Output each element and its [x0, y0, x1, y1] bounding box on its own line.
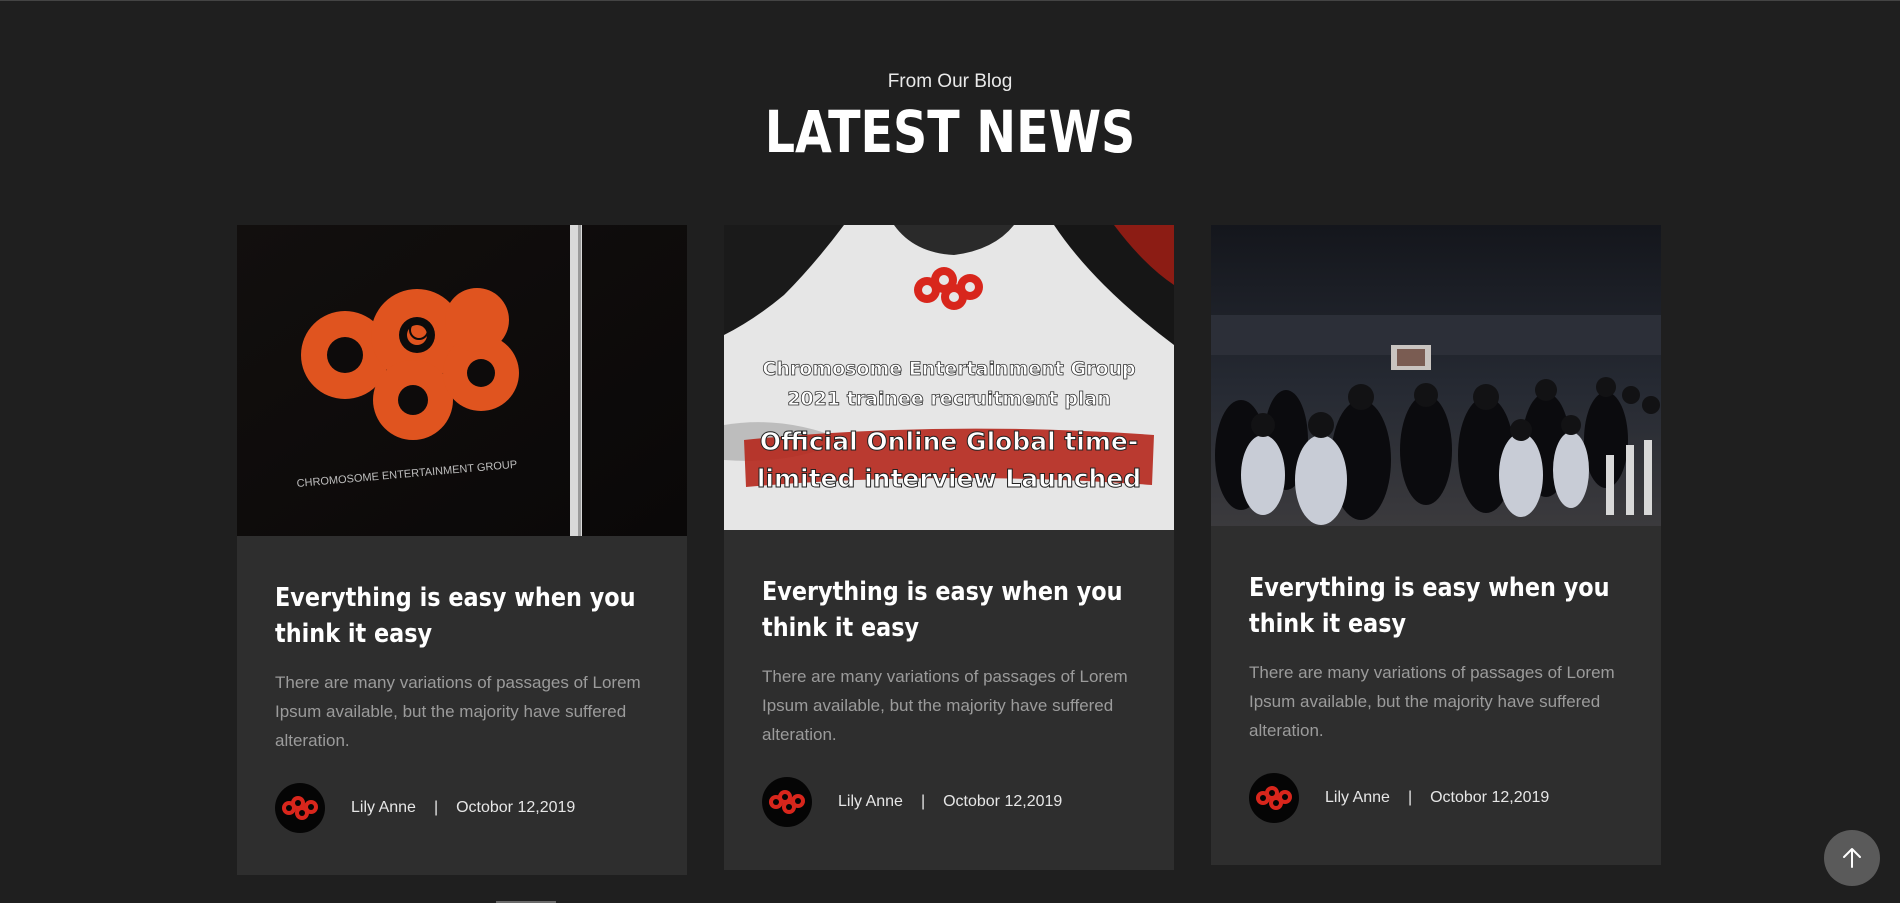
chromosome-logo-photo: CHROMOSOME ENTERTAINMENT GROUP — [237, 225, 687, 536]
poster-line-3: Official Online Global time- — [760, 427, 1139, 456]
news-card-meta: Lily Anne | Octobor 12,2019 — [1249, 773, 1623, 823]
meta-separator: | — [1407, 789, 1413, 806]
news-card-title[interactable]: Everything is easy when you think it eas… — [275, 580, 645, 652]
author-name[interactable]: Lily Anne — [351, 799, 416, 817]
news-card-1[interactable]: CHROMOSOME ENTERTAINMENT GROUP Everythin… — [237, 225, 687, 875]
news-card-image[interactable]: Chromosome Entertainment Group 2021 trai… — [724, 225, 1174, 530]
post-date: Octobor 12,2019 — [1430, 789, 1550, 806]
post-date: Octobor 12,2019 — [456, 799, 576, 816]
news-card-excerpt: There are many variations of passages of… — [762, 667, 1128, 744]
news-card-title[interactable]: Everything is easy when you think it eas… — [1249, 570, 1619, 642]
section-title: LATEST NEWS — [764, 98, 1136, 166]
news-card-meta: Lily Anne | Octobor 12,2019 — [762, 777, 1136, 827]
news-card-excerpt: There are many variations of passages of… — [275, 673, 641, 750]
news-card-title[interactable]: Everything is easy when you think it eas… — [762, 574, 1132, 646]
news-card-image[interactable] — [1211, 225, 1661, 526]
post-date: Octobor 12,2019 — [943, 793, 1063, 810]
avatar — [275, 783, 325, 833]
news-card-meta: Lily Anne | Octobor 12,2019 — [275, 783, 649, 833]
poster-line-1: Chromosome Entertainment Group — [762, 358, 1135, 380]
audience-photo — [1211, 225, 1661, 526]
news-card-2[interactable]: Chromosome Entertainment Group 2021 trai… — [724, 225, 1174, 870]
recruitment-poster: Chromosome Entertainment Group 2021 trai… — [724, 225, 1174, 530]
avatar — [1249, 773, 1299, 823]
news-card-excerpt: There are many variations of passages of… — [1249, 663, 1615, 740]
chromosome-logo-icon — [769, 790, 805, 814]
meta-separator: | — [920, 793, 926, 810]
news-card-image[interactable]: CHROMOSOME ENTERTAINMENT GROUP — [237, 225, 687, 536]
chromosome-logo-icon — [1256, 786, 1292, 810]
author-name[interactable]: Lily Anne — [1325, 789, 1390, 807]
meta-separator: | — [433, 799, 439, 816]
scroll-to-top-button[interactable] — [1824, 830, 1880, 886]
poster-line-2: 2021 trainee recruitment plan — [787, 388, 1111, 410]
chromosome-logo-icon — [282, 796, 318, 820]
arrow-up-icon — [1843, 848, 1861, 868]
section-header: From Our Blog LATEST NEWS — [0, 71, 1900, 163]
latest-news-section: From Our Blog LATEST NEWS CHROMOSOME ENT… — [0, 0, 1900, 903]
section-subtitle: From Our Blog — [887, 71, 1013, 92]
author-name[interactable]: Lily Anne — [838, 793, 903, 811]
news-card-3[interactable]: Everything is easy when you think it eas… — [1211, 225, 1661, 865]
avatar — [762, 777, 812, 827]
poster-line-4: limited interview Launched — [757, 464, 1141, 493]
